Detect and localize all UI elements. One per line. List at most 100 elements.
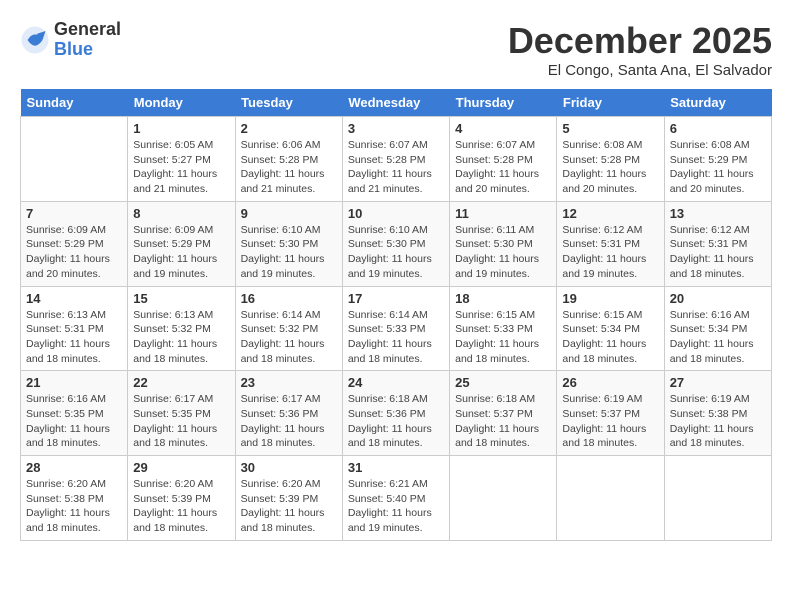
day-cell: 8Sunrise: 6:09 AMSunset: 5:29 PMDaylight… xyxy=(128,201,235,286)
col-header-monday: Monday xyxy=(128,89,235,117)
location: El Congo, Santa Ana, El Salvador xyxy=(508,62,772,79)
day-number: 28 xyxy=(26,460,122,475)
week-row-2: 7 Sunrise: 6:09 AMSunset: 5:29 PMDaylight… xyxy=(21,201,772,286)
day-info: Sunrise: 6:14 AMSunset: 5:33 PMDaylight:… xyxy=(348,308,444,367)
day-cell: 30Sunrise: 6:20 AMSunset: 5:39 PMDayligh… xyxy=(235,456,342,541)
day-cell xyxy=(21,117,128,202)
day-number: 31 xyxy=(348,460,444,475)
day-info: Sunrise: 6:15 AMSunset: 5:34 PMDaylight:… xyxy=(562,308,658,367)
logo-icon xyxy=(20,25,50,55)
day-number: 29 xyxy=(133,460,229,475)
day-number: 7 xyxy=(26,206,122,221)
day-cell: 9 Sunrise: 6:10 AMSunset: 5:30 PMDaylight… xyxy=(235,201,342,286)
day-info: Sunrise: 6:12 AMSunset: 5:31 PMDaylight:… xyxy=(562,223,658,282)
day-number: 12 xyxy=(562,206,658,221)
month-title: December 2025 xyxy=(508,20,772,62)
day-info: Sunrise: 6:20 AMSunset: 5:39 PMDaylight:… xyxy=(133,477,229,536)
day-info: Sunrise: 6:09 AMSunset: 5:29 PMDaylight:… xyxy=(133,223,229,282)
day-number: 10 xyxy=(348,206,444,221)
day-cell: 18Sunrise: 6:15 AMSunset: 5:33 PMDayligh… xyxy=(450,286,557,371)
day-cell: 4 Sunrise: 6:07 AMSunset: 5:28 PMDaylight… xyxy=(450,117,557,202)
day-number: 5 xyxy=(562,121,658,136)
day-cell: 19 Sunrise: 6:15 AMSunset: 5:34 PMDayligh… xyxy=(557,286,664,371)
day-info: Sunrise: 6:18 AMSunset: 5:36 PMDaylight:… xyxy=(348,392,444,451)
day-cell: 7Sunrise: 6:09 AMSunset: 5:29 PMDaylight… xyxy=(21,201,128,286)
day-cell: 29 Sunrise: 6:20 AMSunset: 5:39 PMDayligh… xyxy=(128,456,235,541)
calendar-table: SundayMondayTuesdayWednesdayThursdayFrid… xyxy=(20,89,772,541)
col-header-wednesday: Wednesday xyxy=(342,89,449,117)
day-cell: 13Sunrise: 6:12 AMSunset: 5:31 PMDayligh… xyxy=(664,201,771,286)
logo: General Blue xyxy=(20,20,121,60)
day-cell: 10Sunrise: 6:10 AMSunset: 5:30 PMDayligh… xyxy=(342,201,449,286)
day-cell: 11Sunrise: 6:11 AMSunset: 5:30 PMDayligh… xyxy=(450,201,557,286)
day-cell: 26 Sunrise: 6:19 AMSunset: 5:37 PMDayligh… xyxy=(557,371,664,456)
day-info: Sunrise: 6:07 AMSunset: 5:28 PMDaylight:… xyxy=(455,138,551,197)
week-row-4: 21Sunrise: 6:16 AMSunset: 5:35 PMDayligh… xyxy=(21,371,772,456)
week-row-1: 1Sunrise: 6:05 AMSunset: 5:27 PMDaylight… xyxy=(21,117,772,202)
day-info: Sunrise: 6:08 AMSunset: 5:29 PMDaylight:… xyxy=(670,138,766,197)
day-info: Sunrise: 6:05 AMSunset: 5:27 PMDaylight:… xyxy=(133,138,229,197)
day-cell: 24Sunrise: 6:18 AMSunset: 5:36 PMDayligh… xyxy=(342,371,449,456)
day-info: Sunrise: 6:18 AMSunset: 5:37 PMDaylight:… xyxy=(455,392,551,451)
day-number: 4 xyxy=(455,121,551,136)
day-number: 22 xyxy=(133,375,229,390)
day-number: 25 xyxy=(455,375,551,390)
logo-general: General xyxy=(54,20,121,40)
day-info: Sunrise: 6:07 AMSunset: 5:28 PMDaylight:… xyxy=(348,138,444,197)
day-cell: 1Sunrise: 6:05 AMSunset: 5:27 PMDaylight… xyxy=(128,117,235,202)
col-header-saturday: Saturday xyxy=(664,89,771,117)
day-number: 9 xyxy=(241,206,337,221)
day-info: Sunrise: 6:11 AMSunset: 5:30 PMDaylight:… xyxy=(455,223,551,282)
col-header-tuesday: Tuesday xyxy=(235,89,342,117)
day-info: Sunrise: 6:16 AMSunset: 5:34 PMDaylight:… xyxy=(670,308,766,367)
day-info: Sunrise: 6:14 AMSunset: 5:32 PMDaylight:… xyxy=(241,308,337,367)
day-cell: 14 Sunrise: 6:13 AMSunset: 5:31 PMDayligh… xyxy=(21,286,128,371)
day-info: Sunrise: 6:13 AMSunset: 5:32 PMDaylight:… xyxy=(133,308,229,367)
day-cell: 12 Sunrise: 6:12 AMSunset: 5:31 PMDayligh… xyxy=(557,201,664,286)
day-cell: 23 Sunrise: 6:17 AMSunset: 5:36 PMDayligh… xyxy=(235,371,342,456)
day-info: Sunrise: 6:20 AMSunset: 5:39 PMDaylight:… xyxy=(241,477,337,536)
col-header-friday: Friday xyxy=(557,89,664,117)
day-number: 2 xyxy=(241,121,337,136)
day-cell: 27Sunrise: 6:19 AMSunset: 5:38 PMDayligh… xyxy=(664,371,771,456)
day-info: Sunrise: 6:21 AMSunset: 5:40 PMDaylight:… xyxy=(348,477,444,536)
day-number: 14 xyxy=(26,291,122,306)
day-info: Sunrise: 6:19 AMSunset: 5:38 PMDaylight:… xyxy=(670,392,766,451)
day-cell: 31 Sunrise: 6:21 AMSunset: 5:40 PMDayligh… xyxy=(342,456,449,541)
day-number: 17 xyxy=(348,291,444,306)
day-info: Sunrise: 6:13 AMSunset: 5:31 PMDaylight:… xyxy=(26,308,122,367)
day-cell xyxy=(450,456,557,541)
day-number: 18 xyxy=(455,291,551,306)
col-header-sunday: Sunday xyxy=(21,89,128,117)
day-number: 21 xyxy=(26,375,122,390)
day-number: 23 xyxy=(241,375,337,390)
week-row-3: 14 Sunrise: 6:13 AMSunset: 5:31 PMDayligh… xyxy=(21,286,772,371)
col-header-thursday: Thursday xyxy=(450,89,557,117)
day-info: Sunrise: 6:17 AMSunset: 5:36 PMDaylight:… xyxy=(241,392,337,451)
logo-blue: Blue xyxy=(54,40,121,60)
day-info: Sunrise: 6:06 AMSunset: 5:28 PMDaylight:… xyxy=(241,138,337,197)
title-block: December 2025 El Congo, Santa Ana, El Sa… xyxy=(508,20,772,79)
day-number: 6 xyxy=(670,121,766,136)
day-number: 16 xyxy=(241,291,337,306)
day-number: 15 xyxy=(133,291,229,306)
day-number: 20 xyxy=(670,291,766,306)
page-header: General Blue December 2025 El Congo, San… xyxy=(20,20,772,79)
day-cell: 2 Sunrise: 6:06 AMSunset: 5:28 PMDaylight… xyxy=(235,117,342,202)
logo-text: General Blue xyxy=(54,20,121,60)
day-cell: 5 Sunrise: 6:08 AMSunset: 5:28 PMDaylight… xyxy=(557,117,664,202)
day-info: Sunrise: 6:08 AMSunset: 5:28 PMDaylight:… xyxy=(562,138,658,197)
day-number: 26 xyxy=(562,375,658,390)
day-cell: 21Sunrise: 6:16 AMSunset: 5:35 PMDayligh… xyxy=(21,371,128,456)
day-cell: 16 Sunrise: 6:14 AMSunset: 5:32 PMDayligh… xyxy=(235,286,342,371)
day-number: 3 xyxy=(348,121,444,136)
day-info: Sunrise: 6:10 AMSunset: 5:30 PMDaylight:… xyxy=(241,223,337,282)
day-number: 19 xyxy=(562,291,658,306)
day-cell: 3 Sunrise: 6:07 AMSunset: 5:28 PMDaylight… xyxy=(342,117,449,202)
day-cell: 28Sunrise: 6:20 AMSunset: 5:38 PMDayligh… xyxy=(21,456,128,541)
day-info: Sunrise: 6:17 AMSunset: 5:35 PMDaylight:… xyxy=(133,392,229,451)
header-row: SundayMondayTuesdayWednesdayThursdayFrid… xyxy=(21,89,772,117)
day-info: Sunrise: 6:19 AMSunset: 5:37 PMDaylight:… xyxy=(562,392,658,451)
day-cell: 17 Sunrise: 6:14 AMSunset: 5:33 PMDayligh… xyxy=(342,286,449,371)
day-cell: 6 Sunrise: 6:08 AMSunset: 5:29 PMDaylight… xyxy=(664,117,771,202)
